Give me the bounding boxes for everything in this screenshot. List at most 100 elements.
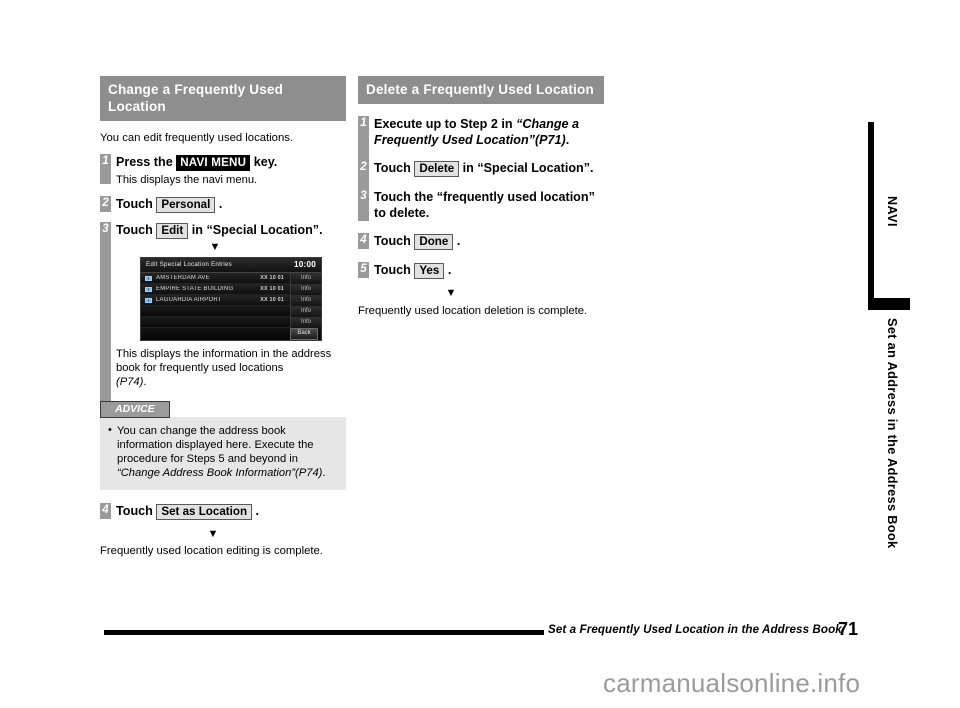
delete-step-3-title: Touch the “frequently used location” to …	[374, 190, 595, 220]
step-1-sub: This displays the navi menu.	[116, 174, 258, 186]
advice-body: You can change the address book informat…	[100, 417, 346, 490]
set-as-location-button[interactable]: Set as Location	[156, 504, 253, 520]
delete-button[interactable]: Delete	[414, 161, 460, 177]
side-tab-rule	[868, 122, 874, 306]
navi-entry-name: LAGUARDIA AIRPORT	[156, 297, 222, 303]
location-marker-icon	[145, 297, 152, 303]
navi-info-button[interactable]: Info	[290, 305, 321, 317]
delete-step-4-prefix: Touch	[374, 234, 415, 248]
navi-list-row-empty[interactable]: Info	[141, 316, 321, 328]
step-3-title: Touch Edit in “Special Location”.	[116, 222, 346, 239]
delete-step-3-number: 3	[358, 189, 369, 221]
navi-screen-edit-special-location: Edit Special Location Entries 10:00 AMST…	[140, 257, 322, 341]
delete-step-1-prefix: Execute up to Step 2 in	[374, 117, 517, 131]
step-2-title: Touch Personal .	[116, 196, 346, 213]
side-tab-chapter-label: Set an Address in the Address Book	[885, 318, 900, 549]
step-1-number: 1	[100, 154, 111, 184]
navi-clock: 10:00	[294, 260, 316, 269]
step-3-suffix: in “Special Location”.	[188, 223, 323, 237]
caption-line-1: This displays the information in the	[116, 348, 289, 360]
navi-info-button[interactable]: Info	[290, 283, 321, 295]
step-1-title: Press the NAVI MENU key.	[116, 154, 346, 171]
step-4-number: 4	[100, 503, 111, 519]
navi-info-button[interactable]: Info	[290, 294, 321, 306]
delete-step-4-suffix: .	[453, 234, 461, 248]
footer-page-number: 71	[838, 619, 859, 639]
advice-box: ADVICE You can change the address book i…	[100, 399, 346, 490]
delete-step-3: 3 Touch the “frequently used location” t…	[358, 189, 604, 221]
delete-step-1-suffix: .	[565, 133, 570, 147]
step-2-suffix: .	[215, 197, 223, 211]
delete-step-4-number: 4	[358, 233, 369, 249]
footer-rule	[104, 630, 544, 635]
navi-back-button[interactable]: Back	[290, 328, 318, 340]
delete-step-2-number: 2	[358, 160, 369, 192]
personal-button[interactable]: Personal	[156, 197, 216, 213]
caption-page-ref: (P74)	[116, 376, 144, 388]
intro-text: You can edit frequently used locations.	[100, 132, 294, 144]
navi-list-row[interactable]: AMSTERDAM AVE XX 10 01 Info	[141, 272, 321, 284]
delete-step-5: 5 Touch Yes .	[358, 262, 604, 279]
step-4-title: Touch Set as Location .	[116, 503, 346, 520]
navi-list-row[interactable]: LAGUARDIA AIRPORT XX 10 01 Info	[141, 294, 321, 306]
delete-step-2-prefix: Touch	[374, 161, 415, 175]
advice-text-end: .	[322, 467, 326, 479]
step-3-prefix: Touch	[116, 223, 157, 237]
delete-step-5-title: Touch Yes .	[374, 262, 604, 279]
navi-info-button[interactable]: Info	[290, 316, 321, 328]
step-1-suffix: key.	[250, 155, 278, 169]
delete-step-5-suffix: .	[444, 263, 452, 277]
step-2-prefix: Touch	[116, 197, 157, 211]
yes-button[interactable]: Yes	[414, 263, 445, 279]
delete-step-2-suffix: in “Special Location”.	[459, 161, 594, 175]
navi-entry-date: XX 10 01	[260, 297, 284, 303]
step-4-suffix: .	[252, 504, 260, 518]
navi-list-row[interactable]: EMPIRE STATE BUILDING XX 10 01 Info	[141, 283, 321, 295]
delete-step-1-number: 1	[358, 116, 369, 164]
step-4: 4 Touch Set as Location .	[100, 503, 346, 520]
navi-entry-name: AMSTERDAM AVE	[156, 275, 210, 281]
delete-step-5-number: 5	[358, 262, 369, 278]
step-3: 3 Touch Edit in “Special Location”. ▼ Ed…	[100, 222, 346, 402]
step-2-number: 2	[100, 196, 111, 212]
delete-step-4: 4 Touch Done .	[358, 233, 604, 250]
advice-item: You can change the address book informat…	[108, 423, 336, 480]
section-heading-delete: Delete a Frequently Used Location	[358, 76, 604, 104]
step-1-prefix: Press the	[116, 155, 177, 169]
section-heading-change: Change a Frequently Used Location	[100, 76, 346, 121]
left-column: Change a Frequently Used Location You ca…	[100, 76, 346, 567]
done-button[interactable]: Done	[414, 234, 454, 250]
manual-page: Change a Frequently Used Location You ca…	[0, 0, 960, 708]
site-watermark: carmanualsonline.info	[603, 668, 861, 698]
side-tab-section-label: NAVI	[885, 196, 899, 227]
caption-period: .	[143, 376, 147, 388]
flow-arrow-1: ▼	[209, 241, 221, 253]
navi-list-row-empty[interactable]: Info	[141, 305, 321, 317]
step-2: 2 Touch Personal .	[100, 196, 346, 213]
right-closing-text: Frequently used location deletion is com…	[358, 305, 588, 317]
delete-step-4-title: Touch Done .	[374, 233, 604, 250]
location-marker-icon	[145, 275, 152, 281]
edit-button[interactable]: Edit	[156, 223, 189, 239]
navi-menu-key[interactable]: NAVI MENU	[176, 155, 251, 171]
navi-info-button[interactable]: Info	[290, 272, 321, 284]
step-1: 1 Press the NAVI MENU key. This displays…	[100, 154, 346, 187]
navi-footer-bar: Back	[141, 328, 321, 340]
location-marker-icon	[145, 286, 152, 292]
delete-step-2-title: Touch Delete in “Special Location”.	[374, 160, 604, 177]
advice-badge: ADVICE	[100, 401, 170, 418]
navi-screen-title: Edit Special Location Entries	[146, 261, 233, 268]
footer-title: Set a Frequently Used Location in the Ad…	[548, 623, 842, 636]
delete-step-2: 2 Touch Delete in “Special Location”.	[358, 160, 604, 192]
delete-step-1-title: Execute up to Step 2 in “Change a Freque…	[374, 116, 604, 148]
navi-screen-caption: This displays the information in the add…	[116, 347, 346, 389]
delete-step-5-prefix: Touch	[374, 263, 415, 277]
right-column: Delete a Frequently Used Location 1 Exec…	[358, 76, 604, 327]
navi-entry-date: XX 10 01	[260, 286, 284, 292]
left-closing-text: Frequently used location editing is comp…	[100, 545, 323, 557]
flow-arrow-3: ▼	[445, 287, 457, 299]
advice-text-reference: “Change Address Book Information”(P74)	[117, 467, 323, 479]
delete-step-1: 1 Execute up to Step 2 in “Change a Freq…	[358, 116, 604, 164]
flow-arrow-2: ▼	[207, 528, 219, 540]
navi-entry-name: EMPIRE STATE BUILDING	[156, 286, 234, 292]
